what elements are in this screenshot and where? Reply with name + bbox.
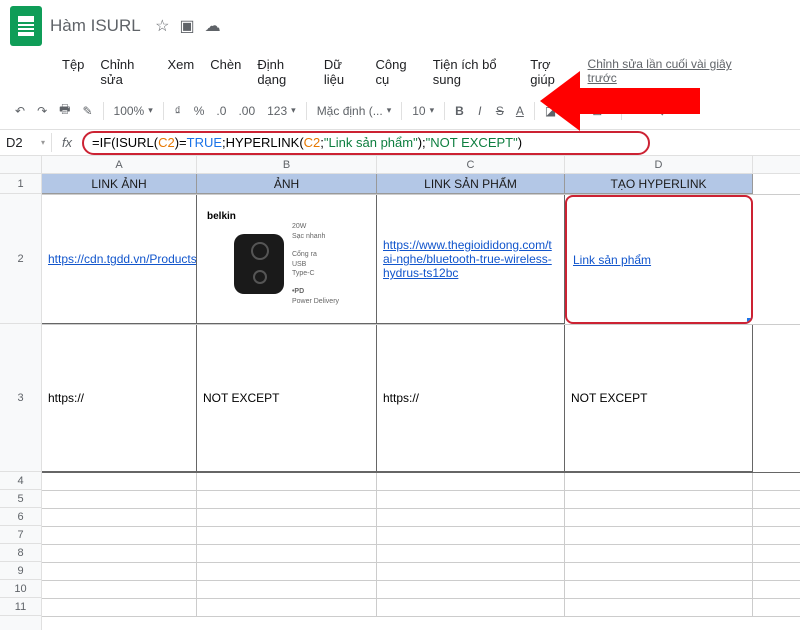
bold-button[interactable]: B <box>450 100 469 122</box>
move-icon[interactable]: ▣ <box>179 16 194 36</box>
row-header-9[interactable]: 9 <box>0 562 41 580</box>
cell-b3[interactable]: NOT EXCEPT <box>197 325 377 472</box>
table-row <box>42 527 800 545</box>
redo-icon[interactable]: ↷ <box>32 100 52 122</box>
formula-input[interactable]: =IF(ISURL(C2)=TRUE;HYPERLINK(C2;"Link sả… <box>82 131 650 155</box>
col-header-c[interactable]: C <box>377 156 565 173</box>
text-color-icon[interactable]: A <box>511 100 529 122</box>
row-header-3[interactable]: 3 <box>0 324 41 472</box>
star-icon[interactable]: ☆ <box>155 16 169 36</box>
name-box[interactable]: D2 <box>0 133 52 152</box>
table-row <box>42 491 800 509</box>
currency-button[interactable]: ₫ <box>169 100 187 122</box>
table-row <box>42 581 800 599</box>
menu-insert[interactable]: Chèn <box>204 54 247 90</box>
table-header-row: LINK ẢNH ẢNH LINK SẢN PHẨM TẠO HYPERLINK <box>42 174 800 195</box>
col-header-a[interactable]: A <box>42 156 197 173</box>
header-link-anh[interactable]: LINK ẢNH <box>42 174 197 194</box>
row-header-5[interactable]: 5 <box>0 490 41 508</box>
annotation-arrow-icon <box>580 88 700 114</box>
header-link-san-pham[interactable]: LINK SẢN PHẨM <box>377 174 565 194</box>
menu-edit[interactable]: Chỉnh sửa <box>94 54 157 90</box>
percent-button[interactable]: % <box>189 100 210 122</box>
spreadsheet-grid[interactable]: 1 2 3 4 5 6 7 8 9 10 11 A B C D LINK ẢNH… <box>0 156 800 630</box>
cell-b2[interactable]: belkin 20W Sạc nhanh Cổng ra USB Type-C … <box>197 195 377 324</box>
table-row <box>42 473 800 491</box>
row-header-10[interactable]: 10 <box>0 580 41 598</box>
menubar: Tệp Chỉnh sửa Xem Chèn Định dạng Dữ liệu… <box>0 52 800 92</box>
row-header-1[interactable]: 1 <box>0 174 41 194</box>
menu-format[interactable]: Định dạng <box>251 54 313 90</box>
print-icon[interactable]: 🖶 <box>54 96 75 125</box>
row-header-4[interactable]: 4 <box>0 472 41 490</box>
dec-increase-button[interactable]: .00 <box>233 100 260 122</box>
header-anh[interactable]: ẢNH <box>197 174 377 194</box>
last-edit-link[interactable]: Chỉnh sửa lần cuối vài giây trước <box>582 54 744 90</box>
row-header-6[interactable]: 6 <box>0 508 41 526</box>
menu-addons[interactable]: Tiện ích bổ sung <box>427 54 520 90</box>
menu-file[interactable]: Tệp <box>56 54 90 90</box>
row-header-8[interactable]: 8 <box>0 544 41 562</box>
titlebar: Hàm ISURL ☆ ▣ ☁ <box>0 0 800 52</box>
column-headers: A B C D <box>42 156 800 174</box>
dec-decrease-button[interactable]: .0 <box>211 100 231 122</box>
table-row <box>42 599 800 617</box>
paint-format-icon[interactable]: ✎ <box>77 100 97 122</box>
table-row: https:// NOT EXCEPT https:// NOT EXCEPT <box>42 325 800 473</box>
cell-c2[interactable]: https://www.thegioididong.com/tai-nghe/b… <box>377 195 565 324</box>
sheets-logo-icon[interactable] <box>10 6 42 46</box>
table-row <box>42 563 800 581</box>
font-size-dropdown[interactable]: 10 <box>407 101 439 121</box>
cell-d3[interactable]: NOT EXCEPT <box>565 325 753 472</box>
cell-d2-selected[interactable]: Link sản phẩm <box>565 195 753 324</box>
charger-icon <box>234 234 284 294</box>
number-format-dropdown[interactable]: 123 <box>262 101 301 121</box>
table-row: https://cdn.tgdd.vn/Products/I belkin 20… <box>42 195 800 325</box>
menu-tools[interactable]: Công cụ <box>370 54 423 90</box>
col-header-d[interactable]: D <box>565 156 753 173</box>
header-tao-hyperlink[interactable]: TẠO HYPERLINK <box>565 174 753 194</box>
formula-bar: D2 fx =IF(ISURL(C2)=TRUE;HYPERLINK(C2;"L… <box>0 130 800 156</box>
row-headers: 1 2 3 4 5 6 7 8 9 10 11 <box>0 156 42 630</box>
menu-view[interactable]: Xem <box>162 54 201 90</box>
table-row <box>42 545 800 563</box>
row-header-7[interactable]: 7 <box>0 526 41 544</box>
row-header-11[interactable]: 11 <box>0 598 41 616</box>
table-row <box>42 509 800 527</box>
zoom-dropdown[interactable]: 100% <box>109 101 158 121</box>
row-header-2[interactable]: 2 <box>0 194 41 324</box>
menu-data[interactable]: Dữ liệu <box>318 54 366 90</box>
cell-a2[interactable]: https://cdn.tgdd.vn/Products/I <box>42 195 197 324</box>
product-image: belkin 20W Sạc nhanh Cổng ra USB Type-C … <box>199 211 374 307</box>
cell-a3[interactable]: https:// <box>42 325 197 472</box>
col-header-b[interactable]: B <box>197 156 377 173</box>
cell-c3[interactable]: https:// <box>377 325 565 472</box>
doc-title[interactable]: Hàm ISURL <box>50 16 141 35</box>
undo-icon[interactable]: ↶ <box>10 100 30 122</box>
strike-button[interactable]: S <box>491 100 509 122</box>
font-dropdown[interactable]: Mặc định (... <box>312 101 397 121</box>
cloud-icon[interactable]: ☁ <box>205 16 221 36</box>
fx-icon: fx <box>52 135 82 150</box>
italic-button[interactable]: I <box>471 100 489 122</box>
